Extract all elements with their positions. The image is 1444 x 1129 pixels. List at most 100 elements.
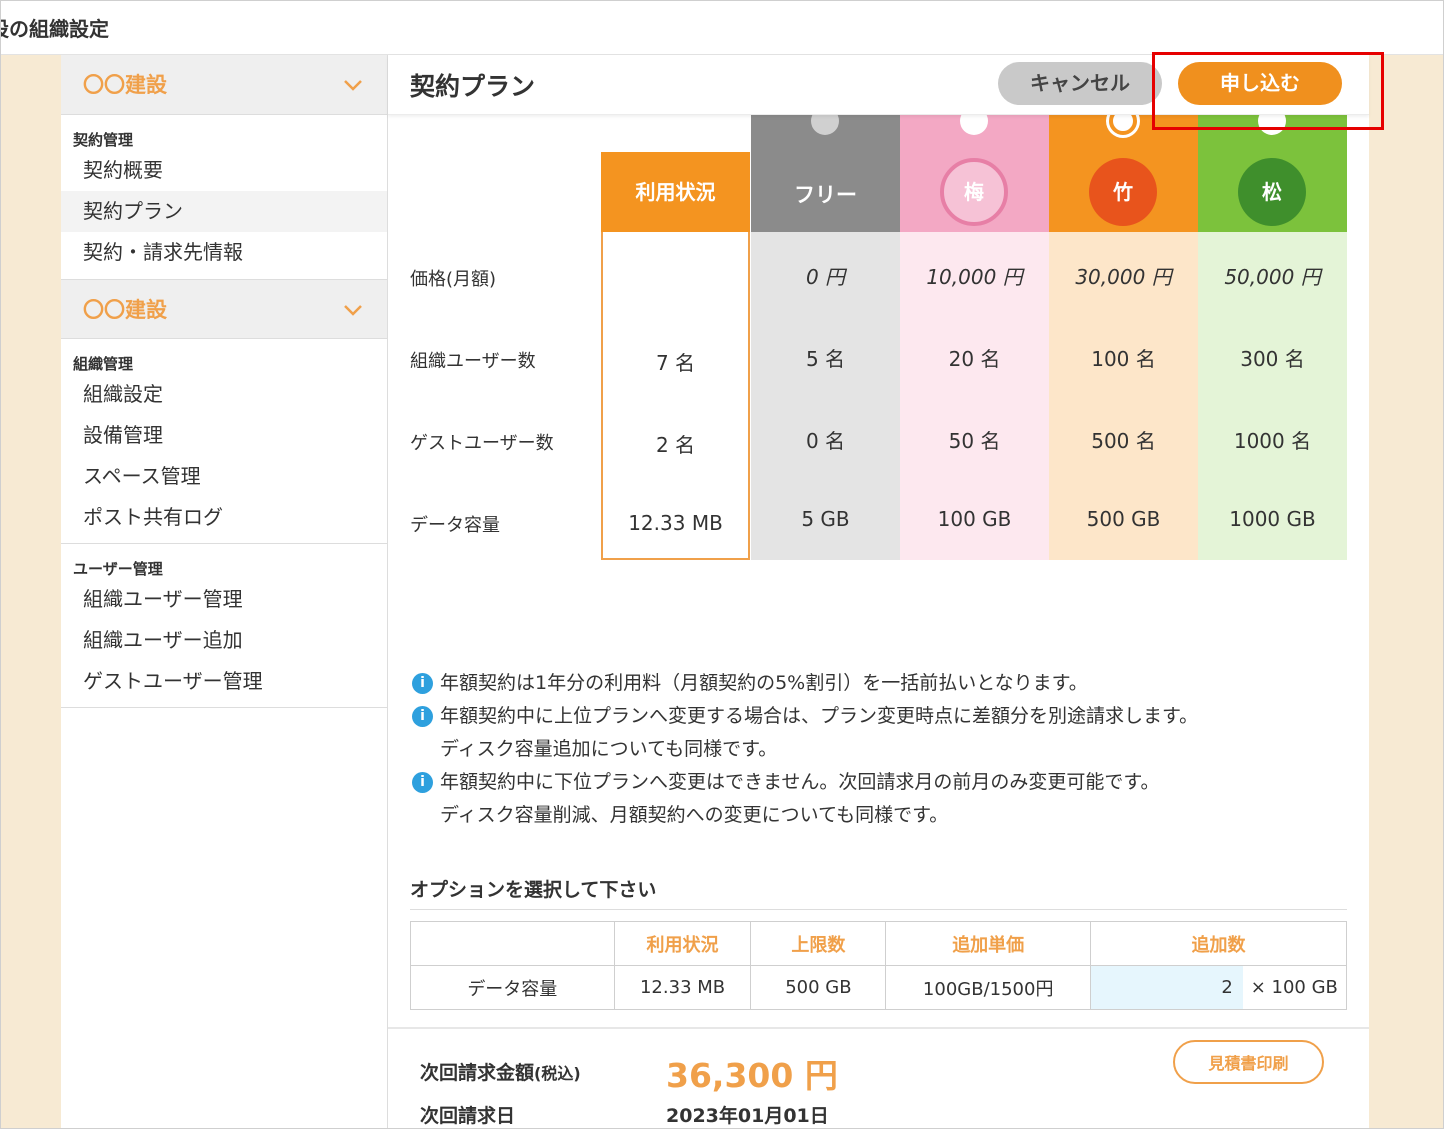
plan-column-ume[interactable]: 梅 10,000 円 20 名 50 名 100 GB bbox=[900, 107, 1049, 560]
next-bill-date-label: 次回請求日 bbox=[420, 1105, 516, 1127]
chevron-down-icon bbox=[344, 80, 362, 91]
options-title: オプションを選択して下さい bbox=[410, 879, 657, 901]
sidebar-item-org-settings[interactable]: 組織設定 bbox=[61, 374, 387, 415]
org-selector[interactable]: 〇〇建設 bbox=[61, 55, 387, 115]
option-usage: 12.33 MB bbox=[613, 965, 752, 1010]
window-title: 設の組織設定 bbox=[0, 17, 109, 41]
table-header: 追加数 bbox=[1090, 921, 1347, 966]
sidebar-item-equipment[interactable]: 設備管理 bbox=[61, 415, 387, 456]
sidebar-item-post-log[interactable]: ポスト共有ログ bbox=[61, 497, 387, 538]
plan-price: 10,000 円 bbox=[926, 265, 1023, 289]
plan-users: 20 名 bbox=[948, 347, 1001, 371]
plan-guests: 0 名 bbox=[805, 429, 846, 453]
plan-body-free: 0 円 5 名 0 名 5 GB bbox=[751, 232, 900, 560]
note-continuation: ディスク容量追加についても同様です。 bbox=[440, 738, 778, 760]
usage-header: 利用状況 bbox=[601, 152, 750, 232]
plan-column-matsu[interactable]: 松 50,000 円 300 名 1000 名 1000 GB bbox=[1198, 107, 1347, 560]
option-name: データ容量 bbox=[410, 965, 615, 1010]
pine-icon: 松 bbox=[1238, 158, 1306, 226]
sidebar-item-org-users[interactable]: 組織ユーザー管理 bbox=[61, 579, 387, 620]
table-header-row: 利用状況 上限数 追加単価 追加数 bbox=[410, 921, 1347, 966]
divider bbox=[61, 707, 387, 708]
table-header: 上限数 bbox=[750, 921, 887, 966]
sidebar-item-add-user[interactable]: 組織ユーザー追加 bbox=[61, 620, 387, 661]
sidebar-item-billing-info[interactable]: 契約・請求先情報 bbox=[61, 232, 387, 273]
option-limit: 500 GB bbox=[750, 965, 887, 1010]
plan-guests: 50 名 bbox=[948, 429, 1001, 453]
plan-users: 100 名 bbox=[1091, 347, 1156, 371]
plan-column-free[interactable]: フリー 0 円 5 名 0 名 5 GB bbox=[751, 107, 900, 560]
plan-storage: 1000 GB bbox=[1229, 507, 1316, 531]
divider bbox=[410, 909, 1347, 910]
plan-header-take: 竹 bbox=[1049, 107, 1198, 232]
quantity-input[interactable] bbox=[1092, 967, 1233, 1008]
org-selector[interactable]: 〇〇建設 bbox=[61, 279, 387, 339]
plan-price: 50,000 円 bbox=[1224, 265, 1321, 289]
info-icon: i bbox=[412, 706, 433, 727]
plan-storage: 500 GB bbox=[1086, 507, 1161, 531]
table-header: 利用状況 bbox=[613, 921, 752, 966]
plan-users: 300 名 bbox=[1240, 347, 1305, 371]
notes: i 年額契約は1年分の利用料（月額契約の5%割引）を一括前払いとなります。 i 年額… bbox=[412, 667, 1198, 832]
note: i 年額契約は1年分の利用料（月額契約の5%割引）を一括前払いとなります。 bbox=[412, 667, 1198, 700]
chevron-down-icon bbox=[344, 305, 362, 316]
note-continuation: ディスク容量削減、月額契約への変更についても同様です。 bbox=[440, 804, 949, 826]
next-bill-label: 次回請求金額(税込) bbox=[420, 1058, 581, 1085]
sidebar-item-contract-overview[interactable]: 契約概要 bbox=[61, 150, 387, 191]
tax-label: (税込) bbox=[534, 1064, 581, 1083]
plan-guests: 1000 名 bbox=[1233, 429, 1312, 453]
plan-body-ume: 10,000 円 20 名 50 名 100 GB bbox=[900, 232, 1049, 560]
plan-body-matsu: 50,000 円 300 名 1000 名 1000 GB bbox=[1198, 232, 1347, 560]
plum-icon: 梅 bbox=[940, 158, 1008, 226]
plan-header-free: フリー bbox=[751, 107, 900, 232]
plan-guests: 500 名 bbox=[1091, 429, 1156, 453]
note: i 年額契約中に下位プランへ変更はできません。次回請求月の前月のみ変更可能です。 bbox=[412, 766, 1198, 799]
plan-storage: 100 GB bbox=[937, 507, 1012, 531]
cancel-button[interactable]: キャンセル bbox=[998, 62, 1162, 105]
plan-price: 30,000 円 bbox=[1075, 265, 1172, 289]
plan-body-take: 30,000 円 100 名 500 名 500 GB bbox=[1049, 232, 1198, 560]
plan-name-free: フリー bbox=[794, 183, 857, 207]
table-header bbox=[410, 921, 615, 966]
table-row: データ容量 12.33 MB 500 GB 100GB/1500円 × 100 … bbox=[410, 965, 1347, 1010]
plan-price: 0 円 bbox=[805, 265, 846, 289]
next-bill-label-text: 次回請求金額 bbox=[420, 1062, 535, 1084]
next-bill-amount: 36,300 円 bbox=[666, 1056, 838, 1095]
window-titlebar: 設の組織設定 bbox=[0, 1, 1443, 55]
highlight-box bbox=[1152, 52, 1384, 130]
table-header: 追加単価 bbox=[885, 921, 1092, 966]
app-frame: 設の組織設定 〇〇建設 契約管理 契約概要 契約プラン 契約・請求先情報 〇〇建… bbox=[0, 0, 1444, 1129]
row-label-guest-users: ゲストユーザー数 bbox=[410, 433, 554, 454]
row-label-storage: データ容量 bbox=[410, 515, 500, 536]
left-margin bbox=[1, 55, 61, 1128]
page-title: 契約プラン bbox=[410, 72, 536, 101]
usage-column: 利用状況 7 名 2 名 12.33 MB bbox=[601, 152, 750, 560]
org-name: 〇〇建設 bbox=[83, 298, 167, 322]
usage-org-users: 7 名 bbox=[655, 351, 696, 375]
sidebar-item-contract-plan[interactable]: 契約プラン bbox=[61, 191, 387, 232]
plan-header-ume: 梅 bbox=[900, 107, 1049, 232]
plan-column-take[interactable]: 竹 30,000 円 100 名 500 名 500 GB bbox=[1049, 107, 1198, 560]
section-label-contract: 契約管理 bbox=[73, 131, 134, 149]
section-label-users: ユーザー管理 bbox=[73, 560, 163, 578]
note: i 年額契約中に上位プランへ変更する場合は、プラン変更時点に差額分を別途請求します… bbox=[412, 700, 1198, 733]
plan-header-matsu: 松 bbox=[1198, 107, 1347, 232]
sidebar-item-space[interactable]: スペース管理 bbox=[61, 456, 387, 497]
next-bill-date: 2023年01月01日 bbox=[666, 1105, 829, 1127]
plan-comparison: 価格(月額) 組織ユーザー数 ゲストユーザー数 データ容量 利用状況 7 名 2… bbox=[388, 107, 1369, 615]
bamboo-icon: 竹 bbox=[1089, 158, 1157, 226]
quantity-cell bbox=[1090, 965, 1243, 1010]
plan-storage: 5 GB bbox=[801, 507, 850, 531]
right-margin bbox=[1369, 55, 1443, 1128]
org-name: 〇〇建設 bbox=[83, 73, 167, 97]
sidebar-item-guest-users[interactable]: ゲストユーザー管理 bbox=[61, 661, 387, 702]
divider bbox=[388, 1027, 1369, 1029]
info-icon: i bbox=[412, 673, 433, 694]
row-label-price: 価格(月額) bbox=[410, 269, 497, 290]
plan-users: 5 名 bbox=[805, 347, 846, 371]
quantity-unit: × 100 GB bbox=[1242, 965, 1347, 1010]
section-label-org: 組織管理 bbox=[73, 355, 134, 373]
print-estimate-button[interactable]: 見積書印刷 bbox=[1173, 1040, 1324, 1084]
usage-storage: 12.33 MB bbox=[628, 511, 723, 535]
options-table: 利用状況 上限数 追加単価 追加数 データ容量 12.33 MB 500 GB … bbox=[410, 921, 1347, 1010]
